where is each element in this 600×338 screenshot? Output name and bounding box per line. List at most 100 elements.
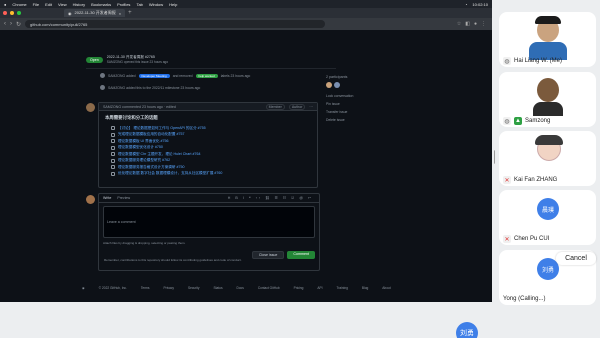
footer-link[interactable]: Security	[188, 286, 200, 290]
issue-sidebar: 2 participants Lock conversation Pin iss…	[326, 75, 386, 126]
github-logo-icon[interactable]: ◉	[82, 286, 85, 290]
participant-name: Chen Pu CUI	[514, 236, 550, 242]
reload-icon[interactable]: ↻	[16, 21, 21, 28]
event-text: SAMZONG added this to the 2022/11 milest…	[108, 85, 201, 90]
comment-textarea[interactable]: Leave a comment	[103, 206, 315, 238]
task-checkbox[interactable]	[111, 171, 115, 176]
tab-write[interactable]: Write	[103, 196, 111, 200]
menu-tab[interactable]: Tab	[136, 2, 142, 7]
menu-view[interactable]: View	[58, 2, 67, 7]
bookmark-star-icon[interactable]: ☆	[457, 21, 461, 27]
menu-help[interactable]: Help	[169, 2, 177, 7]
avatar[interactable]	[334, 82, 340, 88]
label-developer-meeting[interactable]: Developer Meeting	[138, 73, 170, 78]
footer-link[interactable]: Pricing	[294, 286, 304, 290]
minimize-window-icon[interactable]	[10, 11, 14, 15]
task-checkbox[interactable]	[111, 145, 115, 150]
kebab-icon[interactable]: ⋯	[309, 105, 313, 109]
apple-icon[interactable]: ●	[4, 2, 6, 7]
browser-tab-title: 2022-11-30 开发者周报	[74, 10, 116, 15]
task-link[interactable]: 理论数据服务理论模型研究 #762	[118, 158, 170, 163]
menu-bookmarks[interactable]: Bookmarks	[91, 2, 111, 7]
footer-link[interactable]: API	[317, 286, 322, 290]
close-window-icon[interactable]	[3, 11, 7, 15]
contribution-note: Remember, contributions to this reposito…	[104, 258, 242, 262]
menu-profiles[interactable]: Profiles	[117, 2, 130, 7]
participant-tile[interactable]: 晨璞 ✕ Chen Pu CUI	[499, 190, 596, 245]
issue-meta: SAMZONG opened this issue 23 hours ago	[106, 60, 169, 64]
back-icon[interactable]: ‹	[4, 21, 6, 27]
footer-link[interactable]: Docs	[237, 286, 244, 290]
screen-share-icon: ▲	[514, 117, 522, 125]
avatar[interactable]	[326, 82, 332, 88]
browser-tabbar: ◉ 2022-11-30 开发者周报 × +	[0, 8, 492, 18]
participant-name: Samzong	[525, 118, 551, 124]
github-issue-page: Open 2022-11-30 开发者周报 #2765 SAMZONG open…	[0, 30, 492, 302]
pin-issue-link[interactable]: Pin issue	[326, 102, 386, 106]
tab-preview[interactable]: Preview	[117, 196, 130, 200]
task-checkbox[interactable]	[111, 158, 115, 163]
footer-link[interactable]: Terms	[141, 286, 150, 290]
menu-file[interactable]: File	[33, 2, 39, 7]
delete-issue-link[interactable]: Delete issue	[326, 118, 386, 122]
task-link[interactable]: 优化理论数据 数字社会 数据理模设计，支持从社区模型扩展 #760	[118, 171, 222, 176]
address-bar[interactable]: github.com/community/pull/2765	[25, 20, 326, 28]
profile-icon[interactable]: ●	[474, 21, 477, 27]
url-text: github.com/community/pull/2765	[30, 21, 88, 27]
extensions-icon[interactable]: ◧	[465, 21, 470, 27]
task-checkbox[interactable]	[111, 126, 115, 131]
task-link[interactable]: 理论数据模型优化设计 #750	[118, 145, 163, 150]
forward-icon[interactable]: ›	[10, 21, 12, 27]
task-checkbox[interactable]	[111, 132, 115, 137]
lock-conversation-link[interactable]: Lock conversation	[326, 94, 386, 98]
task-checkbox[interactable]	[111, 152, 115, 157]
participant-tile[interactable]: ◍ Hai Liang W. (Me)	[499, 12, 596, 67]
close-issue-button[interactable]: Close issue	[251, 251, 285, 259]
menu-kebab-icon[interactable]: ⋮	[481, 21, 486, 27]
menu-chrome[interactable]: Chrome	[12, 2, 26, 7]
label-help-wanted[interactable]: help wanted	[195, 73, 218, 78]
task-link[interactable]: 理论数据模板 UI 界面优化 #756	[118, 139, 169, 144]
comment-button[interactable]: Comment	[287, 251, 315, 259]
avatar	[100, 85, 105, 90]
browser-tab[interactable]: ◉ 2022-11-30 开发者周报 ×	[64, 9, 126, 17]
transfer-issue-link[interactable]: Transfer issue	[326, 110, 386, 114]
task-checkbox[interactable]	[111, 165, 115, 170]
wifi-icon[interactable]: ◔	[465, 2, 467, 7]
footer-link[interactable]: About	[382, 286, 390, 290]
comment-card: SAMZONG commented 23 hours ago · edited …	[98, 102, 318, 188]
task-link[interactable]: 完成理论数据模板应用的自动化配置 #757	[118, 132, 185, 137]
menu-window[interactable]: Window	[149, 2, 163, 7]
menu-edit[interactable]: Edit	[45, 2, 52, 7]
self-avatar-bubble[interactable]: 刘勇	[456, 322, 478, 338]
markdown-toolbar[interactable]: H B I ❝ ‹› ⛓ ☰ ☷ ☑ @ ↩	[228, 196, 319, 200]
cancel-call-button[interactable]: Cancel	[556, 252, 596, 265]
menubar-clock[interactable]: 10:02:10	[472, 2, 488, 7]
user-icon: ◍	[503, 117, 511, 125]
footer-link[interactable]: Contact GitHub	[258, 286, 280, 290]
browser-toolbar: ‹ › ↻ github.com/community/pull/2765 ☆ ◧ ●…	[0, 18, 492, 30]
task-checkbox[interactable]	[111, 139, 115, 144]
footer-link[interactable]: Blog	[362, 286, 368, 290]
task-link[interactable]: 【讨论】 理论数据是如何工作与 OpenAPI 的区分 #755	[118, 126, 206, 131]
footer-link[interactable]: Training	[337, 286, 348, 290]
tab-close-icon[interactable]: ×	[119, 11, 121, 16]
task-link[interactable]: 理论数据模型 Chr 主题开发，理论 Hulei Chart #764	[118, 152, 200, 157]
participant-tile[interactable]: ◍ ▲ Samzong	[499, 72, 596, 127]
editor-actions: Close issue Comment	[99, 245, 319, 259]
participant-tile[interactable]: ✕ Kai Fan ZHANG	[499, 131, 596, 186]
task-list: 【讨论】 理论数据是如何工作与 OpenAPI 的区分 #755 完成理论数据模…	[105, 125, 311, 177]
new-tab-icon[interactable]: +	[128, 10, 132, 16]
participant-video	[535, 16, 561, 24]
task-link[interactable]: 理论数据服务报告格式设计方案调研 #750	[118, 165, 185, 170]
participant-namebar: ◍ ▲ Samzong	[499, 115, 550, 127]
footer-link[interactable]: Privacy	[164, 286, 174, 290]
footer-link[interactable]: Status	[214, 286, 223, 290]
comment-meta: SAMZONG commented 23 hours ago · edited	[103, 104, 176, 109]
zoom-window-icon[interactable]	[17, 11, 21, 15]
avatar[interactable]	[86, 103, 95, 112]
menu-history[interactable]: History	[73, 2, 85, 7]
avatar	[86, 195, 95, 204]
participant-video	[533, 102, 563, 116]
participant-namebar: Yong (Calling...)	[499, 293, 545, 305]
